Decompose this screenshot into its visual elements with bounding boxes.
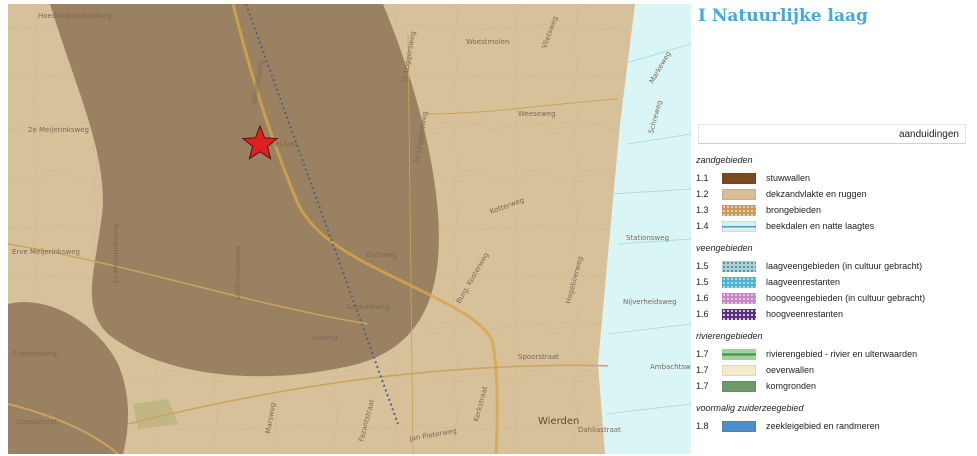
map-street-label: Woestmolen (466, 38, 509, 46)
map-street-label: 2e Meijerinksweg (28, 126, 89, 134)
legend-panel: I Natuurlijke laag aanduidingen zandgebi… (692, 0, 977, 456)
legend-item-code: 1.4 (696, 221, 709, 231)
legend-item-label: dekzandvlakte en ruggen (766, 189, 867, 199)
legend-item: 1.7 oeverwallen (696, 362, 977, 378)
legend-item-code: 1.6 (696, 293, 709, 303)
legend-item-code: 1.5 (696, 261, 709, 271)
legend-group-title: veengebieden (696, 243, 753, 253)
map-street-label: 1e Meijerinksweg (112, 223, 120, 284)
legend-swatch (722, 188, 756, 200)
legend-swatch (722, 172, 756, 184)
legend-item-label: zeekleigebied en randmeren (766, 421, 880, 431)
map-canvas[interactable]: Hoeddinksschoolweg 2e Meijerinksweg 1e M… (8, 4, 691, 454)
legend-group-title: voormalig zuiderzeegebied (696, 403, 804, 413)
map-street-label: Scheltenweg (12, 350, 57, 358)
legend-item-label: laagveengebieden (in cultuur gebracht) (766, 261, 923, 271)
legend-swatch (722, 260, 756, 272)
legend-item-code: 1.6 (696, 309, 709, 319)
map-street-label: Hoeddinksschoolweg (38, 12, 112, 20)
legend-item: 1.8 zeekleigebied en randmeren (696, 418, 977, 434)
legend-swatch (722, 220, 756, 232)
map-ridge-area (50, 4, 439, 377)
legend-group-title: rivierengebieden (696, 331, 763, 341)
map-street-label: Eschweg (366, 251, 397, 259)
legend-item-label: brongebieden (766, 205, 822, 215)
map-street-label: Aaldurieweg (346, 303, 390, 311)
legend-swatch (722, 364, 756, 376)
legend-item: 1.7 komgronden (696, 378, 977, 394)
legend-item: 1.3 brongebieden (696, 202, 977, 218)
legend-item: 1.6 hoogveenrestanten (696, 306, 977, 322)
map-svg: Hoeddinksschoolweg 2e Meijerinksweg 1e M… (8, 4, 691, 454)
map-street-label: Nijverheidsweg (623, 298, 677, 306)
legend-item-label: oeverwallen (766, 365, 815, 375)
legend-title: I Natuurlijke laag (698, 6, 868, 26)
legend-item-code: 1.7 (696, 349, 709, 359)
legend-list: zandgebieden 1.1 stuwwallen 1.2 dekzandvlakt… (696, 150, 977, 434)
legend-item-label: rivierengebied - rivier en ulterwaarden (766, 349, 918, 359)
legend-item-code: 1.3 (696, 205, 709, 215)
legend-item-code: 1.7 (696, 381, 709, 391)
map-street-label: Erve Meijerinksweg (12, 248, 80, 256)
legend-header[interactable]: aanduidingen (698, 124, 966, 144)
legend-item-label: hoogveengebieden (in cultuur gebracht) (766, 293, 926, 303)
legend-item-code: 1.8 (696, 421, 709, 431)
map-street-label: Weeseweg (518, 110, 556, 118)
legend-item: 1.4 beekdalen en natte laagtes (696, 218, 977, 234)
legend-swatch (722, 380, 756, 392)
legend-item-code: 1.5 (696, 277, 709, 287)
legend-item: 1.6 hoogveengebieden (in cultuur gebracht… (696, 290, 977, 306)
map-street-label: Stationsweg (626, 234, 669, 242)
map-place-label: Wierden (538, 416, 579, 427)
legend-swatch (722, 308, 756, 320)
legend-item: 1.5 laagveengebieden (in cultuur gebracht… (696, 258, 977, 274)
legend-item: 1.7 rivierengebied - rivier en ulterwaard… (696, 346, 977, 362)
legend-item-code: 1.1 (696, 173, 709, 183)
legend-item: 1.1 stuwwallen (696, 170, 977, 186)
legend-swatch (722, 348, 756, 360)
legend-swatch (722, 276, 756, 288)
legend-item-label: stuwwallen (766, 173, 811, 183)
legend-swatch (722, 292, 756, 304)
legend-item-label: laagveenrestanten (766, 277, 841, 287)
map-street-label: Lindhorsterweg (234, 246, 242, 300)
legend-item: 1.2 dekzandvlakte en ruggen (696, 186, 977, 202)
legend-swatch (722, 204, 756, 216)
map-street-label: Dorpsstraat (16, 418, 57, 426)
legend-item-code: 1.2 (696, 189, 709, 199)
legend-swatch (722, 420, 756, 432)
map-street-label: Dahliastraat (578, 426, 621, 434)
legend-blank-area (692, 34, 977, 124)
legend-item-label: hoogveenrestanten (766, 309, 844, 319)
legend-item-code: 1.7 (696, 365, 709, 375)
map-street-label: Spoorstraat (518, 353, 559, 361)
map-street-label: Looweg (311, 334, 338, 342)
legend-item-label: komgronden (766, 381, 817, 391)
legend-item: 1.5 laagveenrestanten (696, 274, 977, 290)
legend-group-title: zandgebieden (696, 155, 753, 165)
legend-item-label: beekdalen en natte laagtes (766, 221, 875, 231)
map-street-label: Ambachtsweg (650, 363, 691, 371)
